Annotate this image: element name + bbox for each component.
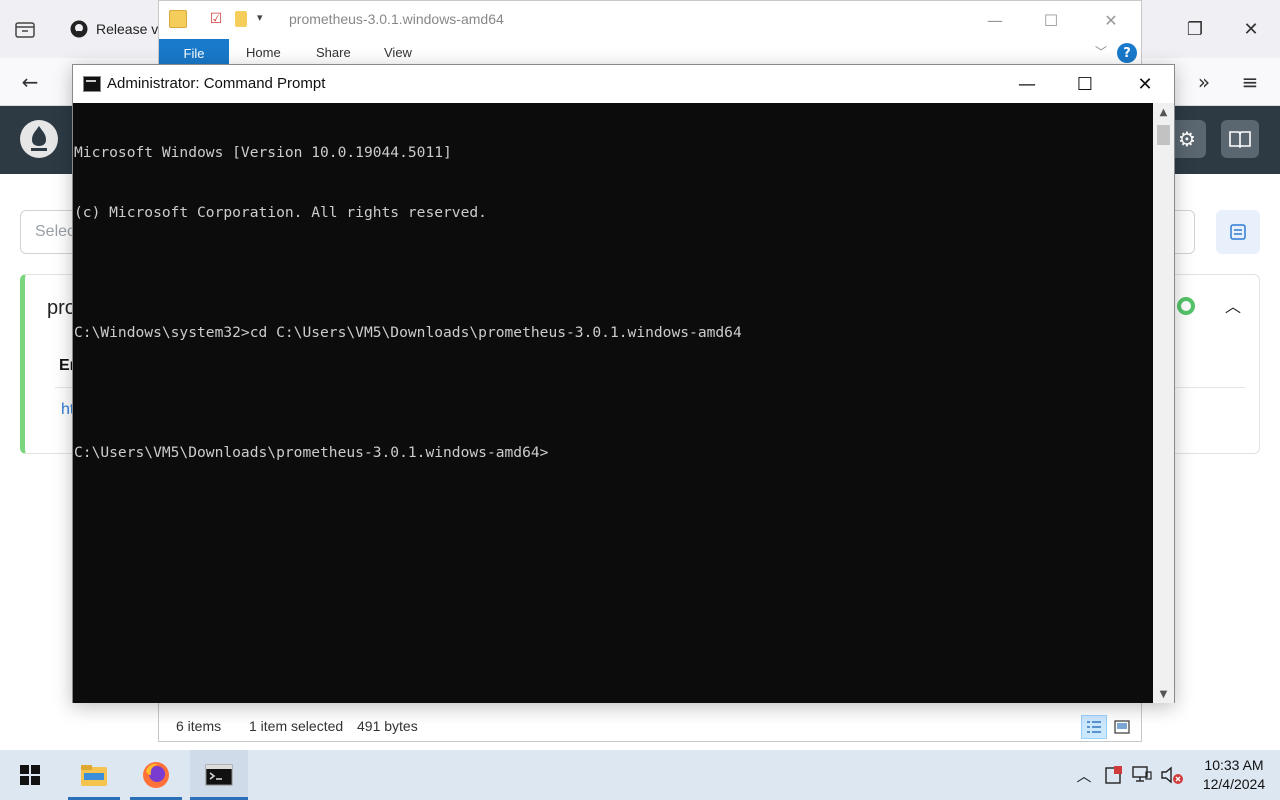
- explorer-title-bar: ☑ ▾ prometheus-3.0.1.windows-amd64 — ☐ ✕: [159, 1, 1141, 39]
- browser-restore-button[interactable]: ❐: [1180, 14, 1210, 44]
- docs-book-icon[interactable]: [1221, 120, 1259, 158]
- show-hidden-icons-chevron-icon[interactable]: ︿: [1072, 763, 1096, 787]
- quick-access-dropdown-icon[interactable]: ▾: [257, 11, 263, 24]
- console-prompt-line: C:\Users\VM5\Downloads\prometheus-3.0.1.…: [74, 444, 549, 461]
- firefox-icon: [143, 762, 169, 788]
- explorer-maximize-button[interactable]: ☐: [1031, 7, 1071, 33]
- taskbar: ︿ 10:33 AM 12/4/2024: [0, 750, 1280, 800]
- cmd-title-bar: Administrator: Command Prompt — ☐ ✕: [73, 65, 1174, 103]
- scroll-up-arrow-icon[interactable]: ▲: [1153, 103, 1174, 121]
- network-monitor-icon[interactable]: [1130, 763, 1154, 787]
- windows-start-icon[interactable]: [8, 755, 52, 795]
- browser-close-button[interactable]: ✕: [1236, 14, 1266, 44]
- cmd-close-button[interactable]: ✕: [1116, 65, 1174, 103]
- explorer-ribbon: File Home Share View ﹀ ?: [159, 39, 1141, 67]
- properties-check-icon[interactable]: ☑: [207, 10, 225, 28]
- ribbon-file-tab[interactable]: File: [159, 39, 229, 67]
- cmd-maximize-button[interactable]: ☐: [1056, 65, 1114, 103]
- system-clock[interactable]: 10:33 AM 12/4/2024: [1196, 756, 1272, 794]
- taskbar-firefox[interactable]: [130, 750, 182, 800]
- tab-list-icon[interactable]: [12, 16, 38, 42]
- console-line: (c) Microsoft Corporation. All rights re…: [74, 204, 487, 221]
- explorer-minimize-button[interactable]: —: [975, 7, 1015, 33]
- console-line: Microsoft Windows [Version 10.0.19044.50…: [74, 144, 452, 161]
- taskbar-file-explorer[interactable]: [68, 750, 120, 800]
- clock-time: 10:33 AM: [1204, 757, 1264, 773]
- scroll-down-arrow-icon[interactable]: ▼: [1153, 685, 1174, 703]
- folder-icon: [169, 10, 187, 28]
- cmd-minimize-button[interactable]: —: [998, 65, 1056, 103]
- cmd-vertical-scrollbar[interactable]: ▲ ▼: [1153, 103, 1174, 703]
- volume-muted-icon[interactable]: [1160, 763, 1184, 787]
- taskbar-command-prompt[interactable]: [190, 750, 248, 800]
- ribbon-home-tab[interactable]: Home: [246, 45, 281, 60]
- item-count: 6 items: [176, 718, 222, 734]
- console-output[interactable]: Microsoft Windows [Version 10.0.19044.50…: [73, 103, 1153, 703]
- details-view-icon[interactable]: [1081, 715, 1107, 739]
- command-prompt-icon: [205, 764, 233, 786]
- console-line: C:\Windows\system32>cd C:\Users\VM5\Down…: [74, 324, 742, 341]
- browser-tab-title: Release v: [96, 21, 159, 37]
- selection-size: 491 bytes: [357, 718, 418, 734]
- help-icon[interactable]: ?: [1117, 43, 1137, 63]
- large-icons-view-icon[interactable]: [1109, 715, 1135, 739]
- github-icon: [70, 20, 88, 38]
- explorer-close-button[interactable]: ✕: [1091, 7, 1131, 33]
- clipboard-tray-icon[interactable]: [1102, 763, 1126, 787]
- ribbon-share-tab[interactable]: Share: [316, 45, 351, 60]
- explorer-title: prometheus-3.0.1.windows-amd64: [289, 11, 504, 27]
- explorer-status-bar: 6 items 1 item selected 491 bytes: [159, 713, 1141, 741]
- back-arrow-icon[interactable]: ←: [16, 68, 44, 96]
- ribbon-view-tab[interactable]: View: [384, 45, 412, 60]
- health-status-icon: [1177, 297, 1195, 315]
- ribbon-expand-chevron-icon[interactable]: ﹀: [1095, 43, 1107, 60]
- cmd-title: Administrator: Command Prompt: [107, 75, 326, 92]
- collapse-all-icon[interactable]: [1216, 210, 1260, 254]
- selection-count: 1 item selected: [249, 718, 344, 734]
- cmd-app-icon: [83, 76, 101, 92]
- command-prompt-window: Administrator: Command Prompt — ☐ ✕ Micr…: [72, 64, 1175, 703]
- new-folder-icon[interactable]: [235, 11, 247, 27]
- file-explorer-icon: [81, 765, 107, 786]
- clock-date: 12/4/2024: [1202, 776, 1266, 792]
- prometheus-logo-icon[interactable]: [20, 120, 58, 158]
- hamburger-menu-icon[interactable]: ≡: [1236, 68, 1264, 96]
- chevron-up-icon[interactable]: ︿: [1221, 293, 1245, 317]
- scroll-thumb[interactable]: [1157, 125, 1170, 145]
- overflow-chevrons-icon[interactable]: »: [1190, 68, 1218, 96]
